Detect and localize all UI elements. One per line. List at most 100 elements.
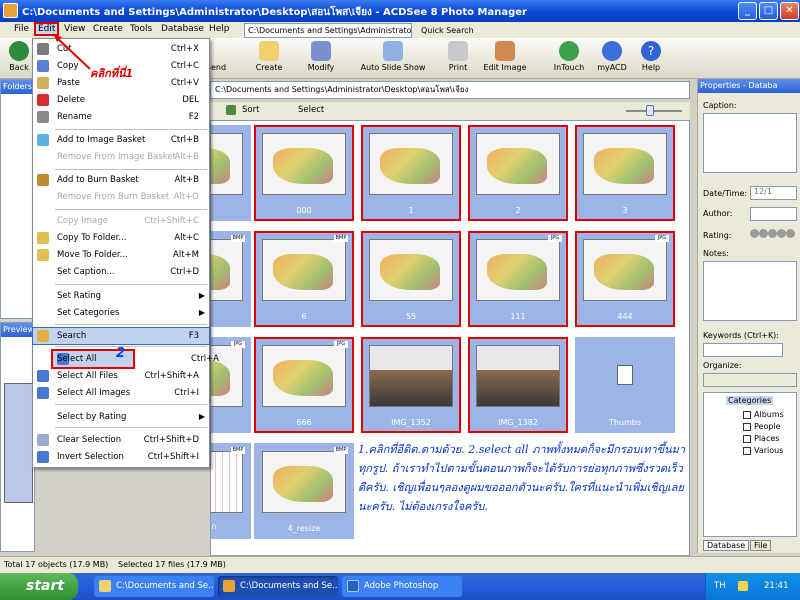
minimize-button[interactable]: _ [738,2,757,20]
slideshow-button[interactable]: Auto Slide Show [360,41,426,77]
thumbnail[interactable]: IMG_1382 [468,337,568,433]
author-field[interactable] [750,207,797,221]
thumbnail[interactable]: 55 [361,231,461,327]
edit-image-button[interactable]: Edit Image [481,41,529,77]
rating-stars[interactable] [750,229,797,240]
create-button[interactable]: Create [252,41,286,77]
plan-thumb [211,451,243,513]
back-button[interactable]: Back [2,41,36,77]
notes-field[interactable] [703,261,797,321]
thumbnail[interactable]: BMP จะให้เล็ก [211,443,251,539]
photoshop-icon [347,580,359,592]
edit-menu-shortcut: Ctrl+A [190,354,219,364]
format-badge: BMP [334,447,348,454]
edit-menu-delete[interactable]: Delete DEL [33,92,209,108]
caption-field[interactable] [703,113,797,173]
edit-menu-shortcut: Ctrl+I [174,388,199,398]
thumbnail[interactable]: BMP 4_resize [254,443,354,539]
sort-icon [226,105,236,115]
print-button[interactable]: Print [444,41,472,77]
myacd-button[interactable]: myACD [596,41,628,77]
sort-button[interactable]: Sort [242,105,259,115]
category-people[interactable]: People [743,422,781,431]
thumbnail[interactable]: BMP 6 [254,231,354,327]
thumbnail[interactable]: IMG_1352 [361,337,461,433]
menu-tools[interactable]: Tools [130,24,152,34]
category-various[interactable]: Various [743,446,783,455]
edit-menu-invert-selection[interactable]: Invert Selection Ctrl+Shift+I [33,449,209,465]
thumbnail[interactable]: BMP [211,231,251,327]
path-combo[interactable]: C:\Documents and Settings\Administrator [244,23,412,38]
edit-menu-rename[interactable]: Rename F2 [33,109,209,125]
menu-database[interactable]: Database [161,24,204,34]
task-acdsee[interactable]: C:\Documents and Se... [218,576,338,597]
thumbnail-caption: 6 [301,312,307,321]
task-photoshop-label: Adobe Photoshop [364,581,439,591]
preview-image [4,383,33,503]
thumbnail[interactable] [211,125,251,221]
edit-menu-set-caption[interactable]: Set Caption... Ctrl+D [33,264,209,280]
menu-file[interactable]: File [14,24,29,34]
datetime-field[interactable]: 12/1 [750,186,797,200]
menu-create[interactable]: Create [93,24,123,34]
address-bar[interactable]: C:\Documents and Settings\Administrator\… [210,81,690,99]
tab-file[interactable]: File [750,540,772,551]
screenshot-thumb [262,133,346,195]
clock: 21:41 [764,581,789,591]
tab-database[interactable]: Database [703,540,750,551]
category-places-label: Places [754,434,780,443]
category-albums[interactable]: Albums [743,410,784,419]
thumbnail[interactable]: JPG 111 [468,231,568,327]
thumbnail[interactable]: 3 [575,125,675,221]
help-button[interactable]: ? Help [639,41,663,77]
edit-menu-clear-selection[interactable]: Clear Selection Ctrl+Shift+D [33,432,209,448]
title-bar[interactable]: C:\Documents and Settings\Administrator\… [0,0,800,22]
start-label: start [26,578,65,594]
edit-menu-copy-image: Copy Image Ctrl+Shift+C [33,213,209,229]
keywords-field[interactable] [703,343,783,357]
task-photoshop[interactable]: Adobe Photoshop [342,576,462,597]
menu-help[interactable]: Help [209,24,230,34]
quick-search[interactable]: Quick Search [417,23,497,38]
edit-menu-shortcut: Ctrl+Shift+A [144,371,199,381]
zoom-slider[interactable] [626,110,682,112]
edit-menu-search[interactable]: Search F3 [32,327,210,345]
modify-button[interactable]: Modify [303,41,339,77]
intouch-button[interactable]: InTouch [551,41,587,77]
task-explorer[interactable]: C:\Documents and Se... [94,576,214,597]
categories-root[interactable]: Categories [726,396,774,405]
clear-selection-icon [37,434,49,446]
thumbnail[interactable]: 1 [361,125,461,221]
thumbnail[interactable]: JPG 444 [575,231,675,327]
thumbnail-caption: 1 [408,206,414,215]
select-button[interactable]: Select [298,105,324,115]
thumbnail[interactable]: 000 [254,125,354,221]
edit-menu-add-to-image-basket[interactable]: Add to Image Basket Ctrl+B [33,132,209,148]
edit-menu-select-all-files[interactable]: Select All Files Ctrl+Shift+A [33,368,209,384]
edit-menu-select-all-images[interactable]: Select All Images Ctrl+I [33,385,209,401]
menu-separator [55,129,207,130]
window-title: C:\Documents and Settings\Administrator\… [22,7,527,18]
edit-menu-label: Copy Image [57,216,108,226]
category-places[interactable]: Places [743,434,779,443]
thumbnail[interactable]: 2 [468,125,568,221]
task-acdsee-label: C:\Documents and Se... [240,581,338,591]
edit-menu-select-by-rating[interactable]: Select by Rating ▶ [33,409,209,425]
thumbnail[interactable]: Thumbs [575,337,675,433]
maximize-button[interactable]: □ [759,2,778,20]
start-button[interactable]: start [0,573,78,600]
language-indicator[interactable]: TH [714,581,726,591]
edit-menu-add-to-burn-basket[interactable]: Add to Burn Basket Alt+B [33,172,209,188]
edit-menu-set-rating[interactable]: Set Rating ▶ [33,288,209,304]
edit-menu-set-categories[interactable]: Set Categories ▶ [33,305,209,321]
edit-menu-move-to-folder[interactable]: Move To Folder... Alt+M [33,247,209,263]
organize-field[interactable] [703,373,797,387]
thumbnail[interactable]: JPG 666 [254,337,354,433]
tutorial-note: 1.คลิกที่อีดิต.ตามด้วย. 2.select all ภาพ… [358,443,686,513]
close-button[interactable]: ✕ [780,2,799,20]
zoom-slider-thumb[interactable] [646,105,654,116]
edit-menu-label: Move To Folder... [57,250,128,260]
copy-icon [37,60,49,72]
edit-menu-copy-to-folder[interactable]: Copy To Folder... Alt+C [33,230,209,246]
tray-icon[interactable] [738,581,748,591]
